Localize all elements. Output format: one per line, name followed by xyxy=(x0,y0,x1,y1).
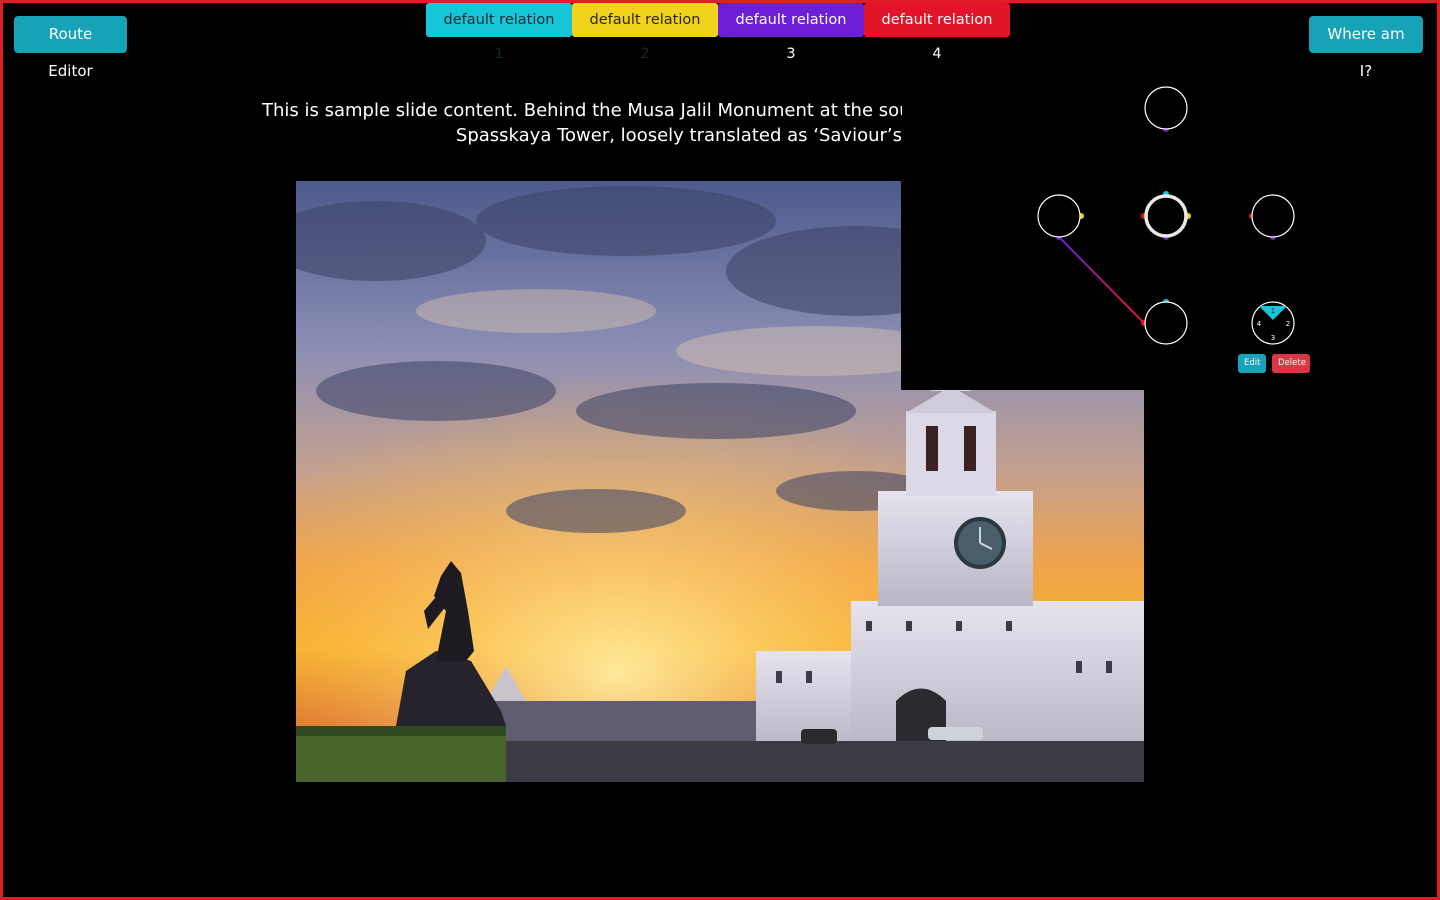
graph-node-bottom[interactable] xyxy=(1144,301,1188,345)
graph-node-center[interactable] xyxy=(1144,194,1188,238)
port-label-4: 4 xyxy=(1257,320,1262,328)
slide-text: This is sample slide content. Behind the… xyxy=(262,98,902,150)
relation-tab-2[interactable]: default relation 2 xyxy=(572,3,718,62)
relation-tabs: default relation 1 default relation 2 de… xyxy=(426,3,1010,62)
route-graph-canvas: 1 2 3 4 xyxy=(1037,86,1295,345)
relation-tab-3[interactable]: default relation 3 xyxy=(718,3,864,62)
route-graph: 1 2 3 4 xyxy=(1030,80,1320,380)
relation-tab-4[interactable]: default relation 4 xyxy=(864,3,1010,62)
slide-text-line-2: Spasskaya Tower, loosely translated as ‘… xyxy=(455,125,902,146)
graph-node-right[interactable] xyxy=(1251,194,1295,238)
graph-edge[interactable] xyxy=(1058,236,1145,324)
port-label-2: 2 xyxy=(1286,320,1290,328)
port-label-1: 1 xyxy=(1271,307,1275,315)
graph-node-left[interactable] xyxy=(1037,194,1081,238)
edit-node-button[interactable]: Edit xyxy=(1238,354,1266,373)
graph-node-top[interactable] xyxy=(1144,86,1188,130)
route-editor-button[interactable]: Route Editor xyxy=(14,16,127,80)
slide-text-line-1: This is sample slide content. Behind the… xyxy=(262,100,902,121)
relation-tab-1[interactable]: default relation 1 xyxy=(426,3,572,62)
where-am-i-button[interactable]: Where am I? xyxy=(1309,16,1423,80)
port-label-3: 3 xyxy=(1271,334,1275,342)
delete-node-button[interactable]: Delete xyxy=(1272,354,1310,373)
